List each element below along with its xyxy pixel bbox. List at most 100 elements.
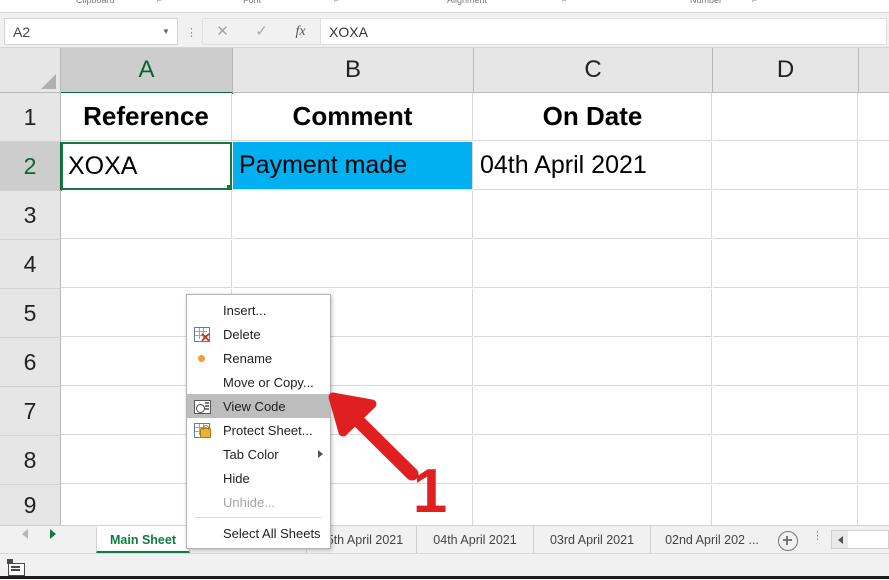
menu-item-rename-label: Rename (223, 350, 273, 366)
column-header-a[interactable]: A (61, 48, 233, 94)
column-header-c[interactable]: C (474, 48, 713, 93)
row-header-9[interactable]: 9 (0, 485, 61, 525)
cell-c3[interactable] (474, 191, 712, 239)
row-header-2[interactable]: 2 (0, 142, 62, 191)
menu-item-delete[interactable]: ✕ Delete (187, 322, 330, 346)
menu-item-protect-sheet-label: Protect Sheet... (223, 422, 313, 438)
column-header-d[interactable]: D (713, 48, 859, 93)
formula-value: XOXA (329, 23, 368, 40)
cell-e8[interactable] (859, 436, 889, 484)
cell-b2[interactable]: Payment made (233, 142, 473, 190)
select-all-corner-button[interactable] (0, 48, 61, 93)
insert-function-icon[interactable]: fx (281, 20, 320, 43)
formula-bar-row: A2 ▼ ⋮ ✕ ✓ fx XOXA (0, 13, 889, 48)
cell-d6[interactable] (713, 338, 858, 386)
scroll-left-icon[interactable] (832, 531, 848, 548)
ribbon-group-number: Number (690, 0, 723, 5)
number-dialog-launcher-icon[interactable]: ⌐ (752, 0, 757, 5)
clipboard-dialog-launcher-icon[interactable]: ⌐ (157, 0, 162, 5)
horizontal-scrollbar[interactable] (831, 530, 889, 549)
sheet-tab-4[interactable]: 04th April 2021 (417, 526, 534, 553)
alignment-dialog-launcher-icon[interactable]: ⌐ (562, 0, 567, 5)
row-header-3[interactable]: 3 (0, 191, 61, 240)
cell-c2[interactable]: 04th April 2021 (474, 142, 712, 190)
view-code-icon (193, 397, 211, 415)
cell-b4[interactable] (233, 240, 473, 288)
formula-bar-buttons: ✕ ✓ fx (202, 18, 321, 45)
cell-e5[interactable] (859, 289, 889, 337)
cell-d4[interactable] (713, 240, 858, 288)
cell-b3[interactable] (233, 191, 473, 239)
menu-item-tab-color-label: Tab Color (223, 446, 279, 462)
row-header-4[interactable]: 4 (0, 240, 61, 289)
cell-c5[interactable] (474, 289, 712, 337)
enter-icon[interactable]: ✓ (242, 20, 281, 43)
cell-e4[interactable] (859, 240, 889, 288)
cell-d2[interactable] (713, 142, 858, 190)
cell-b1[interactable]: Comment (233, 93, 473, 141)
cell-d5[interactable] (713, 289, 858, 337)
cell-e2[interactable] (859, 142, 889, 190)
cell-c7[interactable] (474, 387, 712, 435)
cell-e6[interactable] (859, 338, 889, 386)
cell-c1[interactable]: On Date (474, 93, 712, 141)
select-all-triangle-icon (41, 74, 56, 89)
cell-a2[interactable]: XOXA (61, 142, 232, 190)
row-header-7[interactable]: 7 (0, 387, 61, 436)
sheet-tab-label: 02nd April 202 ... (665, 532, 759, 547)
menu-item-insert-label: Insert... (223, 302, 267, 318)
menu-item-select-all-sheets[interactable]: Select All Sheets (187, 521, 330, 545)
row-header-5[interactable]: 5 (0, 289, 61, 338)
menu-item-protect-sheet[interactable]: Protect Sheet... (187, 418, 330, 442)
menu-item-unhide-label: Unhide... (223, 494, 276, 510)
name-box-value: A2 (13, 23, 31, 40)
cell-c6[interactable] (474, 338, 712, 386)
sheet-tab-label: Main Sheet (110, 532, 176, 547)
cell-c4[interactable] (474, 240, 712, 288)
cell-a1[interactable]: Reference (61, 93, 232, 141)
cell-e1[interactable] (859, 93, 889, 141)
cell-d9[interactable] (713, 485, 858, 525)
cell-d3[interactable] (713, 191, 858, 239)
menu-item-move-or-copy[interactable]: Move or Copy... (187, 370, 330, 394)
sheet-view-icon[interactable] (7, 559, 25, 576)
cell-e7[interactable] (859, 387, 889, 435)
cell-a3[interactable] (61, 191, 232, 239)
sheet-tab-main-sheet[interactable]: Main Sheet (96, 526, 190, 553)
formula-input[interactable]: XOXA (320, 18, 887, 45)
font-dialog-launcher-icon[interactable]: ⌐ (334, 0, 339, 5)
cell-c8[interactable] (474, 436, 712, 484)
row-header-6[interactable]: 6 (0, 338, 61, 387)
rename-icon (193, 349, 211, 367)
menu-item-move-or-copy-label: Move or Copy... (223, 374, 314, 390)
menu-item-view-code[interactable]: View Code (187, 394, 330, 418)
name-box[interactable]: A2 ▼ (4, 18, 178, 45)
menu-item-hide[interactable]: Hide (187, 466, 330, 490)
ribbon-group-font: Font (243, 0, 262, 5)
ribbon-group-clipboard: Clipboard (76, 0, 115, 5)
cell-a4[interactable] (61, 240, 232, 288)
arrow-right-icon[interactable] (50, 529, 62, 546)
menu-item-tab-color[interactable]: Tab Color (187, 442, 330, 466)
menu-item-rename[interactable]: Rename (187, 346, 330, 370)
add-sheet-button[interactable] (778, 531, 798, 551)
menu-item-insert[interactable]: Insert... (187, 298, 330, 322)
sheet-tab-5[interactable]: 03rd April 2021 (534, 526, 651, 553)
column-header-e[interactable] (859, 48, 889, 93)
cell-e3[interactable] (859, 191, 889, 239)
cell-d7[interactable] (713, 387, 858, 435)
chevron-down-icon[interactable]: ▼ (155, 27, 177, 36)
row-header-8[interactable]: 8 (0, 436, 61, 485)
cell-e9[interactable] (859, 485, 889, 525)
tab-overflow-icon[interactable]: ⋮ (812, 531, 823, 542)
sheet-tab-6[interactable]: 02nd April 202 ... (651, 526, 773, 553)
cell-d1[interactable] (713, 93, 858, 141)
cancel-icon[interactable]: ✕ (203, 20, 242, 43)
menu-separator (195, 517, 322, 518)
column-header-b[interactable]: B (233, 48, 474, 93)
menu-item-unhide: Unhide... (187, 490, 330, 514)
row-header-1[interactable]: 1 (0, 93, 61, 142)
cell-d8[interactable] (713, 436, 858, 484)
cell-c9[interactable] (474, 485, 712, 525)
arrow-left-icon[interactable] (22, 529, 34, 546)
